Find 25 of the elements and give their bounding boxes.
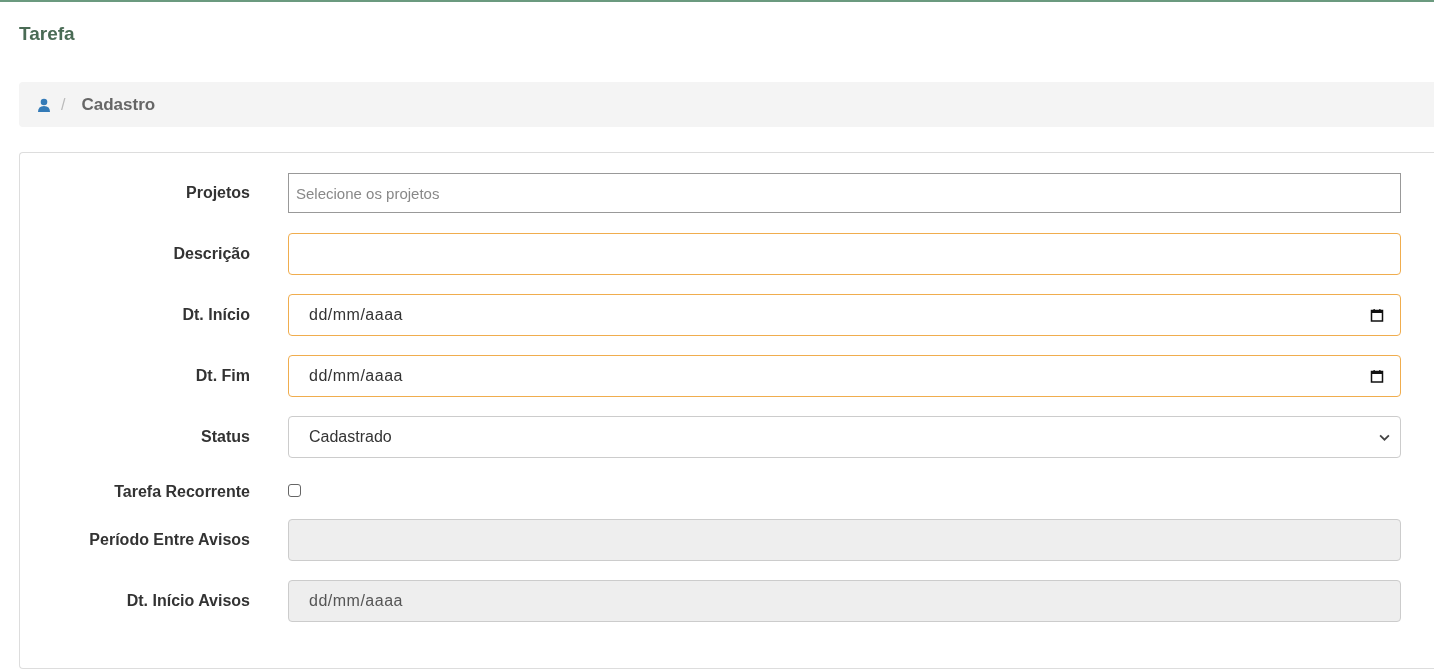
chevron-down-icon <box>1379 433 1390 441</box>
breadcrumb-current: Cadastro <box>81 94 156 115</box>
field-label: Status <box>200 428 250 446</box>
date-field[interactable]: dd/mm/aaaa <box>288 355 1401 397</box>
calendar-icon[interactable] <box>1370 369 1384 383</box>
multiselect-field[interactable]: Selecione os projetos <box>288 173 1401 213</box>
field-label: Dt. Início <box>181 306 250 324</box>
user-icon[interactable] <box>37 97 51 112</box>
field-label: Projetos <box>185 184 250 202</box>
page-title: Tarefa <box>19 23 76 46</box>
breadcrumb-separator: / <box>61 95 66 114</box>
field-label: Dt. Início Avisos <box>125 592 250 610</box>
text-field[interactable] <box>288 233 1401 275</box>
date-format-text: dd/mm/aaaa <box>309 592 404 610</box>
checkbox[interactable] <box>288 483 301 497</box>
field-label: Período Entre Avisos <box>88 531 250 549</box>
field-label: Tarefa Recorrente <box>113 483 250 501</box>
date-format-text: dd/mm/aaaa <box>309 306 404 324</box>
date-format-text: dd/mm/aaaa <box>309 367 404 385</box>
placeholder-text: Selecione os projetos <box>296 184 440 202</box>
calendar-icon[interactable] <box>1370 308 1384 322</box>
status-select[interactable]: Cadastrado <box>288 416 1401 458</box>
field-label: Dt. Fim <box>194 367 250 385</box>
field-label: Descrição <box>172 245 250 263</box>
date-field[interactable]: dd/mm/aaaa <box>288 294 1401 336</box>
